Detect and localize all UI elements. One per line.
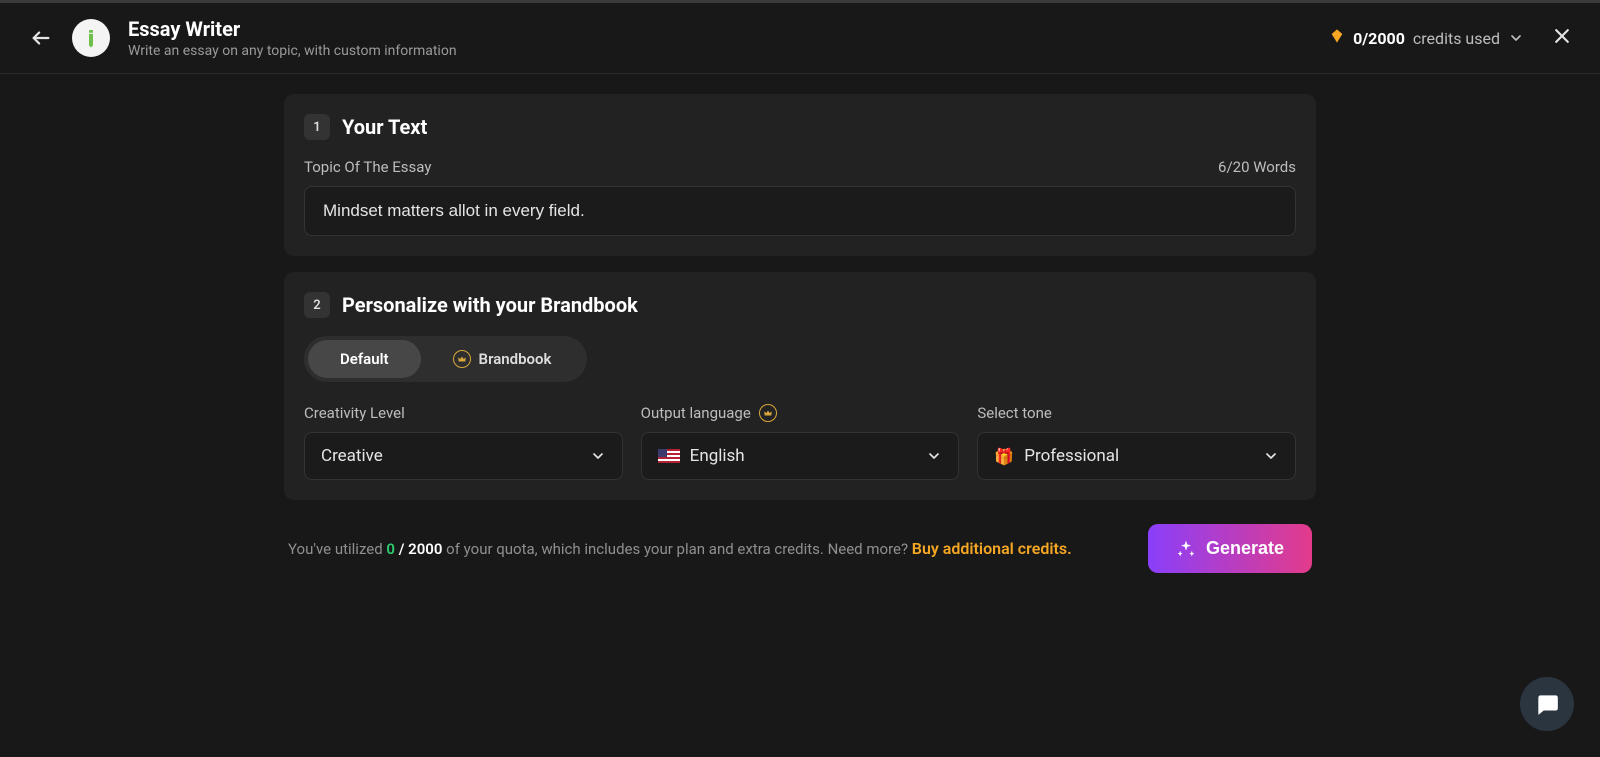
tone-label: Select tone (977, 404, 1296, 422)
pill-brandbook-label: Brandbook (479, 350, 552, 368)
back-button[interactable] (24, 21, 58, 55)
crown-icon (759, 404, 777, 422)
section-your-text: 1 Your Text Topic Of The Essay 6/20 Word… (284, 94, 1316, 256)
quota-sep: / (395, 540, 408, 558)
tone-block: Select tone 🎁 Professional (977, 404, 1296, 480)
app-icon (72, 19, 110, 57)
chevron-down-icon (590, 448, 606, 464)
gift-icon: 🎁 (994, 447, 1014, 466)
pill-brandbook[interactable]: Brandbook (421, 340, 584, 378)
chat-icon (1534, 691, 1560, 717)
footer-row: You've utilized 0 / 2000 of your quota, … (284, 516, 1316, 573)
creativity-select[interactable]: Creative (304, 432, 623, 480)
chat-fab[interactable] (1520, 677, 1574, 731)
quota-text: You've utilized 0 / 2000 of your quota, … (288, 539, 1072, 558)
crown-icon (453, 350, 471, 368)
quota-total: 2000 (408, 540, 442, 558)
quota-prefix: You've utilized (288, 540, 386, 558)
main-content: 1 Your Text Topic Of The Essay 6/20 Word… (280, 94, 1320, 573)
language-value: English (690, 446, 745, 466)
chevron-down-icon (1263, 448, 1279, 464)
topic-input[interactable] (304, 186, 1296, 236)
word-count: 6/20 Words (1218, 158, 1296, 176)
pencil-icon (78, 25, 103, 50)
close-button[interactable] (1548, 22, 1576, 54)
page-title: Essay Writer (128, 17, 1329, 41)
header-titles: Essay Writer Write an essay on any topic… (128, 17, 1329, 59)
topic-label: Topic Of The Essay (304, 158, 431, 176)
language-block: Output language English (641, 404, 960, 480)
quota-used: 0 (386, 540, 395, 558)
buy-credits-link[interactable]: Buy additional credits. (912, 539, 1072, 558)
sparkle-icon (1176, 539, 1196, 559)
credits-used: 0/2000 (1353, 29, 1405, 48)
tone-select[interactable]: 🎁 Professional (977, 432, 1296, 480)
page-subtitle: Write an essay on any topic, with custom… (128, 43, 1329, 59)
creativity-block: Creativity Level Creative (304, 404, 623, 480)
language-label: Output language (641, 404, 960, 422)
step-badge-2: 2 (304, 292, 330, 318)
creativity-value: Creative (321, 446, 383, 466)
arrow-left-icon (30, 27, 52, 49)
chevron-down-icon (1508, 30, 1524, 46)
step-badge-1: 1 (304, 114, 330, 140)
brandbook-toggle: Default Brandbook (304, 336, 587, 382)
language-label-text: Output language (641, 404, 751, 422)
creativity-label: Creativity Level (304, 404, 623, 422)
close-icon (1552, 26, 1572, 46)
section-personalize: 2 Personalize with your Brandbook Defaul… (284, 272, 1316, 500)
diamond-icon (1329, 28, 1345, 48)
tone-value: Professional (1024, 446, 1119, 466)
section-title-2: Personalize with your Brandbook (342, 293, 638, 317)
generate-button[interactable]: Generate (1148, 524, 1312, 573)
section-title-1: Your Text (342, 115, 427, 139)
generate-label: Generate (1206, 538, 1284, 559)
pill-default-label: Default (340, 350, 389, 368)
pill-default[interactable]: Default (308, 340, 421, 378)
language-select[interactable]: English (641, 432, 960, 480)
chevron-down-icon (926, 448, 942, 464)
credits-dropdown[interactable]: 0/2000 credits used (1329, 28, 1524, 48)
us-flag-icon (658, 449, 680, 463)
credits-label: credits used (1413, 29, 1500, 48)
header: Essay Writer Write an essay on any topic… (0, 3, 1600, 74)
quota-suffix: of your quota, which includes your plan … (442, 540, 911, 558)
